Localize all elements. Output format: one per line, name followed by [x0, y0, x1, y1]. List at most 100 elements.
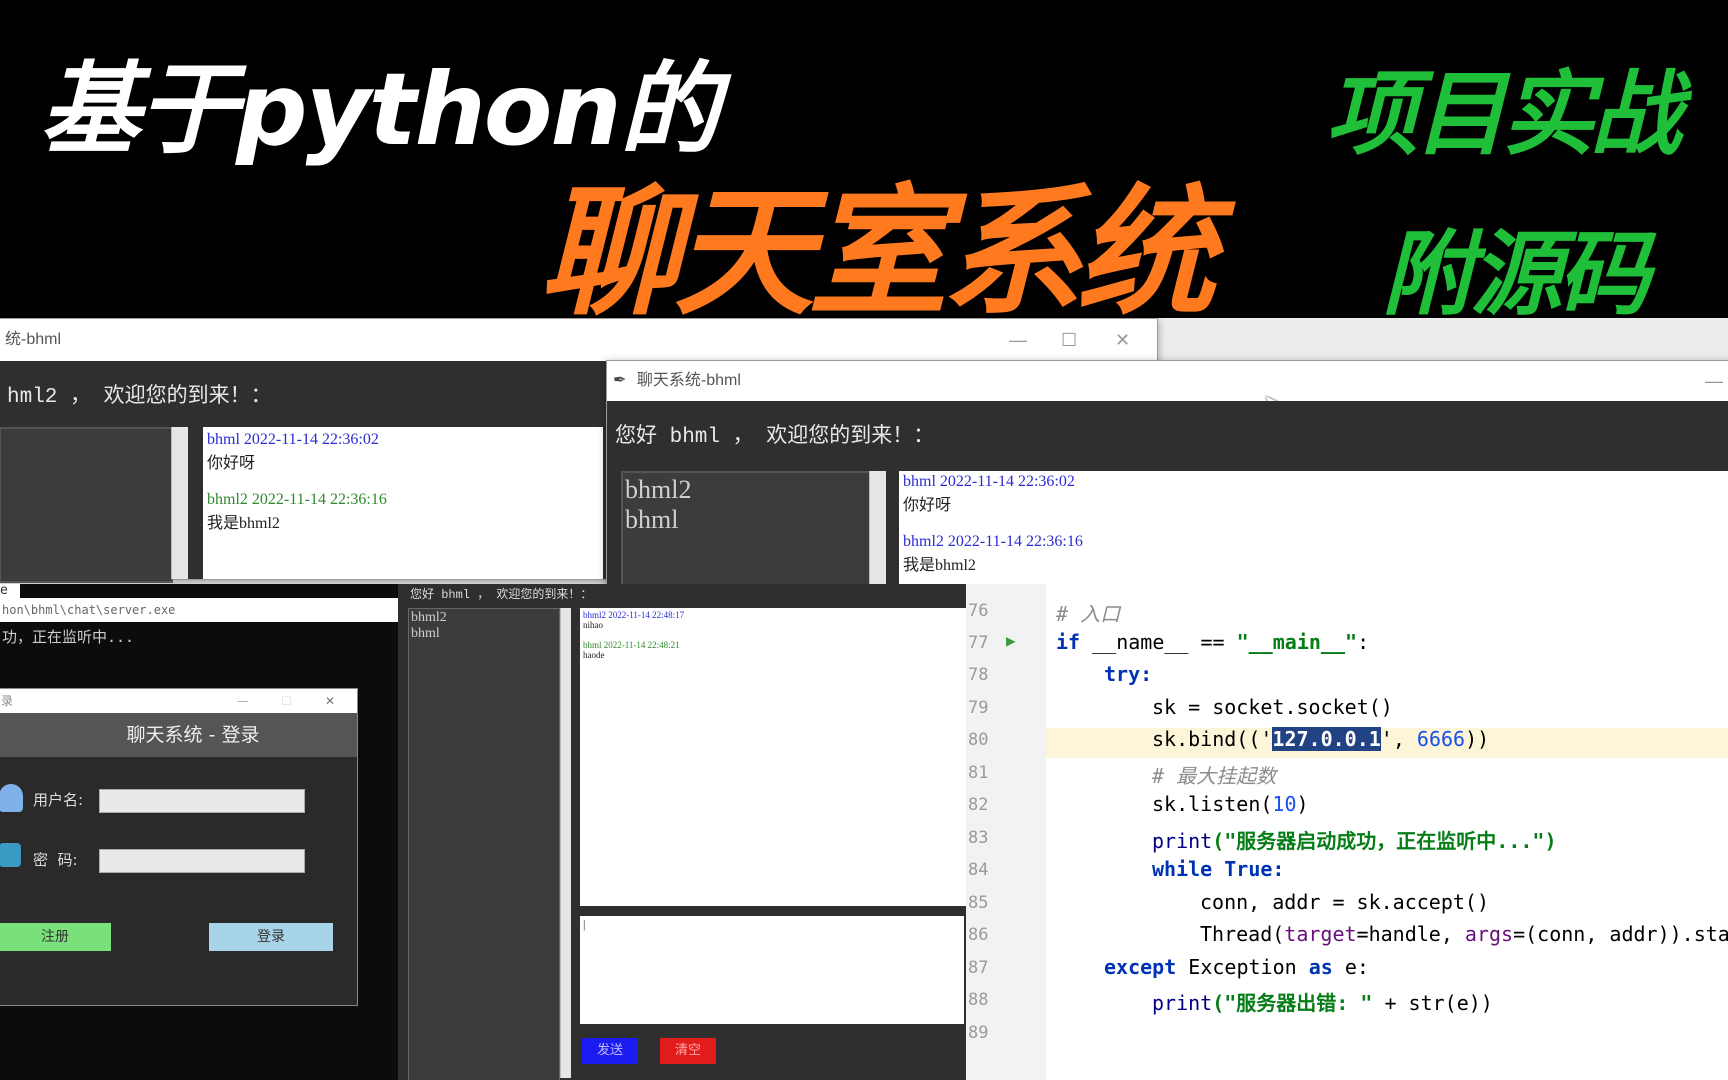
back-window-titlebar: 统-bhml — ☐ ✕	[0, 319, 1157, 361]
maximize-icon[interactable]: ☐	[1061, 319, 1077, 361]
builtin-print: print	[1152, 829, 1213, 853]
keyword-if: if	[1056, 630, 1081, 654]
message-text: 我是bhml2	[207, 515, 280, 532]
line-number: 77	[968, 633, 989, 653]
message-text: 你好呀	[207, 455, 256, 472]
code-line-thread: Thread(target=handle, args=(conn, addr))…	[1200, 922, 1728, 946]
message-header: bhml2 2022-11-14 22:36:16	[207, 491, 387, 508]
code-text: :	[1357, 630, 1370, 654]
console-titlebar: hon\bhml\chat\server.exe	[0, 598, 400, 622]
line-number: 78	[968, 665, 989, 685]
code-param: target	[1284, 922, 1357, 946]
code-text: sk.listen(	[1152, 792, 1273, 816]
keyword-try: try:	[1104, 662, 1153, 686]
code-text: ',	[1380, 727, 1417, 751]
keyword-except: except	[1104, 955, 1177, 979]
small-chat-window: 您好 bhml ， 欢迎您的到来！： bhml2 bhml bhml2 2022…	[398, 584, 966, 1080]
code-line-print2: print("服务器出错: " + str(e))	[1152, 987, 1493, 1016]
message-header: bhml 2022-11-14 22:36:02	[903, 473, 1075, 490]
line-number: 87	[968, 958, 989, 978]
keyword-while: while True:	[1152, 857, 1285, 881]
user-list-item[interactable]: bhml2	[411, 610, 557, 626]
minimize-icon[interactable]: —	[237, 689, 249, 713]
lock-icon	[0, 843, 21, 867]
code-number: 10	[1272, 792, 1297, 816]
code-text: __name__ ==	[1080, 630, 1237, 654]
line-number: 85	[968, 893, 989, 913]
message-text: haode	[583, 650, 605, 660]
banner-tag-project: 项目实战	[1326, 61, 1682, 168]
back-message-pane: bhml 2022-11-14 22:36:02 你好呀 bhml2 2022-…	[203, 427, 603, 579]
login-button[interactable]: 登录	[209, 923, 333, 951]
front-message-pane: bhml 2022-11-14 22:36:02 你好呀 bhml2 2022-…	[899, 471, 1728, 601]
message-text: nihao	[583, 620, 603, 630]
register-button[interactable]: 注册	[0, 923, 111, 951]
console-title-fragment: e	[0, 584, 20, 598]
code-string: ("服务器启动成功，正在监听中...")	[1212, 829, 1557, 853]
password-input[interactable]	[99, 849, 305, 873]
send-button[interactable]: 发送	[582, 1038, 638, 1064]
front-chat-window: ✒ 聊天系统-bhml — ➤ 您好 bhml ， 欢迎您的到来！： bhml2…	[606, 360, 1728, 609]
maximize-icon[interactable]: ☐	[281, 689, 292, 713]
back-user-list	[0, 427, 173, 583]
user-list-item[interactable]: bhml	[411, 626, 557, 642]
user-list-item[interactable]: bhml	[625, 505, 869, 535]
code-text: =handle,	[1356, 922, 1465, 946]
code-text: e:	[1332, 955, 1369, 979]
code-comment: # 入口	[1056, 602, 1121, 626]
front-window-title: 聊天系统-bhml	[636, 372, 741, 389]
minimize-icon[interactable]: —	[1009, 319, 1027, 361]
code-line-socket: sk = socket.socket()	[1152, 695, 1393, 719]
code-param: args	[1464, 922, 1514, 946]
close-icon[interactable]: ✕	[325, 689, 335, 713]
small-user-list-scrollbar[interactable]	[560, 608, 571, 1078]
line-number: 79	[968, 698, 989, 718]
banner-title-line2: 聊天室系统	[540, 172, 1216, 335]
login-titlebar: 录 — ☐ ✕	[0, 689, 357, 713]
code-string: "__main__"	[1236, 630, 1358, 654]
login-dialog: 录 — ☐ ✕ 聊天系统 - 登录 用户名: 密 码: 注册 登录	[0, 688, 358, 1006]
line-number: 81	[968, 763, 989, 783]
message-header: bhml 2022-11-14 22:48:21	[583, 640, 680, 650]
minimize-icon[interactable]: —	[1705, 361, 1723, 401]
line-number: 80	[968, 730, 989, 750]
code-line-accept: conn, addr = sk.accept()	[1200, 890, 1489, 914]
message-header: bhml2 2022-11-14 22:36:16	[903, 533, 1083, 550]
selected-ip[interactable]: 127.0.0.1	[1272, 727, 1381, 751]
small-welcome-text: 您好 bhml ， 欢迎您的到来！：	[410, 588, 593, 602]
code-editor: 76 77 78 79 80 81 82 83 84 85 86 87 88 8…	[966, 584, 1728, 1080]
code-line-except: except Exception as e:	[1104, 955, 1369, 979]
code-line-listen: sk.listen(10)	[1152, 792, 1309, 816]
code-text: + str(e))	[1372, 991, 1493, 1015]
editor-gutter: 76 77 78 79 80 81 82 83 84 85 86 87 88 8…	[966, 584, 1046, 1080]
message-text: 你好呀	[903, 497, 952, 514]
user-icon	[0, 784, 23, 812]
close-icon[interactable]: ✕	[1115, 319, 1130, 361]
console-status: 功，正在监听中...	[2, 628, 135, 646]
line-number: 82	[968, 795, 989, 815]
clear-button[interactable]: 清空	[660, 1038, 716, 1064]
small-input-box[interactable]: |	[580, 916, 964, 1024]
feather-icon: ✒	[613, 372, 627, 389]
banner-tag-source: 附源码	[1382, 221, 1650, 328]
user-list-item[interactable]: bhml2	[625, 475, 869, 505]
line-number: 88	[968, 990, 989, 1010]
back-user-list-scrollbar[interactable]	[171, 427, 188, 579]
keyword-as: as	[1308, 955, 1333, 979]
code-comment: # 最大挂起数	[1152, 764, 1277, 788]
code-text: Thread(	[1200, 922, 1285, 946]
small-user-list: bhml2 bhml	[408, 608, 560, 1080]
line-number: 83	[968, 828, 989, 848]
login-heading: 聊天系统 - 登录	[0, 713, 357, 757]
message-header: bhml 2022-11-14 22:36:02	[207, 431, 379, 448]
front-window-titlebar: ✒ 聊天系统-bhml — ➤	[607, 361, 1728, 415]
small-message-pane: bhml2 2022-11-14 22:48:17 nihao bhml 202…	[580, 608, 966, 906]
line-number: 84	[968, 860, 989, 880]
builtin-print: print	[1152, 991, 1213, 1015]
line-number: 86	[968, 925, 989, 945]
code-text: )	[1296, 792, 1309, 816]
login-window-title: 录	[1, 694, 14, 708]
run-icon[interactable]: ▶	[1006, 631, 1016, 650]
username-input[interactable]	[99, 789, 305, 813]
code-text: =(conn, addr)).sta	[1513, 922, 1728, 946]
